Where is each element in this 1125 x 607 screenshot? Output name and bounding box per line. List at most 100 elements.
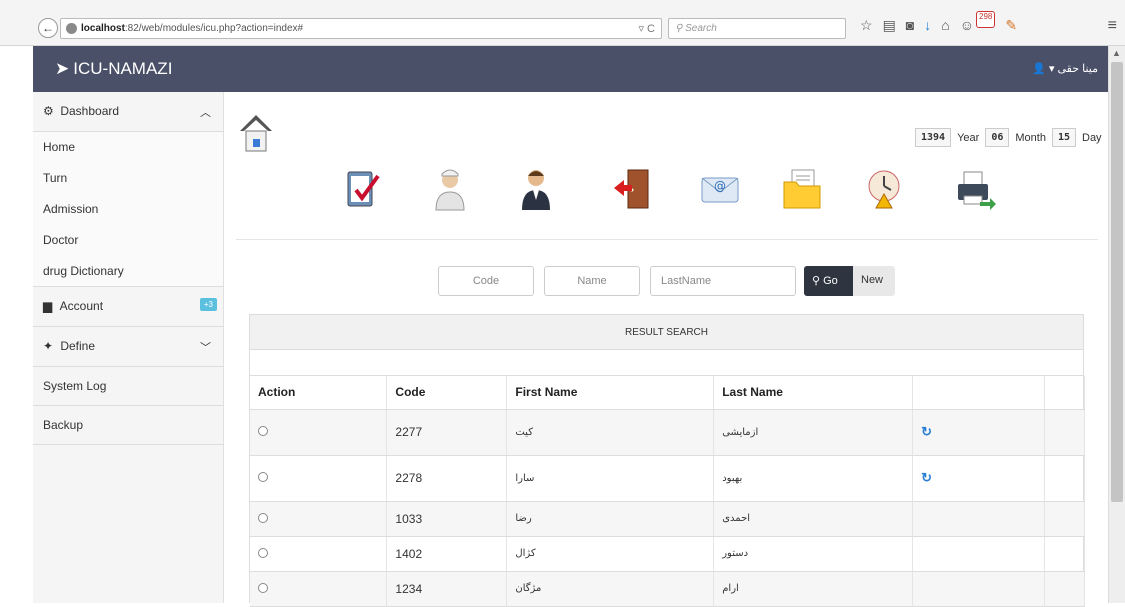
code-input[interactable]: Code [438, 266, 534, 296]
row-radio[interactable] [258, 472, 268, 482]
col-first-name: First Name [506, 376, 715, 410]
download-icon[interactable]: ↓ [924, 17, 931, 34]
browser-menu-icon[interactable]: ≡ [1108, 17, 1117, 35]
table-row: 1234 مژگان ارام [250, 571, 1085, 607]
sidebar-item-turn[interactable]: Turn [33, 163, 223, 194]
sidebar: ⚙ Dashboard ︿ Home Turn Admission Doctor… [33, 92, 224, 603]
new-button[interactable]: New [853, 266, 895, 296]
browser-search-input[interactable]: ⚲ Search [668, 18, 846, 39]
sidebar-item-system-log[interactable]: System Log [33, 367, 223, 406]
date-display: 1394 Year 06 Month 15 Day [915, 128, 1108, 147]
table-row: 1033 رضا احمدی [250, 501, 1085, 537]
bookmark-star-icon[interactable]: ☆ [860, 17, 873, 34]
row-code: 1234 [386, 571, 508, 607]
scroll-up-icon[interactable]: ▲ [1112, 48, 1121, 58]
divider [236, 239, 1098, 240]
sidebar-item-backup[interactable]: Backup [33, 406, 223, 445]
month-value: 06 [985, 128, 1010, 147]
user-icon: 👤 [1032, 63, 1046, 75]
chevron-up-icon[interactable]: ︿ [200, 104, 211, 120]
search-icon: ⚲ [812, 275, 821, 287]
row-last-name: ارام [713, 571, 914, 607]
brand-logo[interactable]: ➤ ICU-NAMAZI [55, 59, 172, 79]
result-title: RESULT SEARCH [250, 315, 1083, 350]
chevron-down-icon[interactable]: ﹀ [200, 339, 211, 355]
refresh-icon[interactable]: ↻ [921, 424, 932, 439]
row-radio[interactable] [258, 547, 268, 558]
row-radio[interactable] [258, 512, 268, 523]
sidebar-account[interactable]: ▆ Account +3 [33, 287, 223, 327]
row-code: 2277 [386, 409, 508, 456]
exit-door-icon[interactable] [610, 166, 654, 212]
extension-icon[interactable]: ✎ [1005, 17, 1017, 34]
home-icon[interactable] [238, 113, 274, 153]
warning-clock-icon[interactable] [862, 166, 906, 212]
col-actions-extra [912, 376, 1045, 410]
table-row: 2278 سارا بهبود ↻ [250, 455, 1085, 502]
app-navbar: ➤ ICU-NAMAZI 👤 ▾ مینا حقی [33, 46, 1108, 92]
year-value: 1394 [915, 128, 952, 147]
browser-toolbar: ← localhost:82/web/modules/icu.php?actio… [0, 0, 1125, 46]
scroll-thumb[interactable] [1111, 62, 1123, 502]
notification-badge: 298 [976, 11, 996, 28]
home-browser-icon[interactable]: ⌂ [941, 17, 949, 34]
address-bar[interactable]: localhost:82/web/modules/icu.php?action=… [60, 18, 662, 39]
col-action: Action [250, 376, 388, 410]
refresh-icon[interactable]: ↻ [921, 470, 932, 485]
row-first-name: مژگان [506, 571, 715, 607]
row-last-name: دستور [713, 536, 914, 572]
row-radio[interactable] [258, 582, 268, 593]
reload-icon[interactable]: ▿ C [638, 22, 655, 35]
sidebar-item-admission[interactable]: Admission [33, 194, 223, 225]
folder-document-icon[interactable] [780, 166, 824, 212]
result-panel: RESULT SEARCH Action Code First Name Las… [249, 314, 1085, 607]
wrench-icon: ✦ [43, 339, 54, 353]
printer-icon[interactable] [952, 166, 996, 212]
pocket-icon[interactable]: ◙ [906, 17, 914, 34]
table-row: 2277 کیت ازمایشی ↻ [250, 409, 1085, 456]
year-label: Year [957, 131, 980, 144]
row-first-name: کژال [506, 536, 715, 572]
row-last-name: بهبود [713, 455, 914, 502]
row-last-name: ازمایشی [713, 409, 914, 456]
row-last-name: احمدی [713, 501, 914, 537]
plane-icon: ➤ [55, 59, 70, 78]
page-scrollbar[interactable]: ▲ [1108, 46, 1125, 603]
col-spacer [1044, 376, 1085, 410]
svg-text:@: @ [714, 179, 726, 193]
doctor-icon[interactable] [514, 166, 558, 212]
clipboard-check-icon[interactable] [340, 166, 384, 212]
row-code: 2278 [386, 455, 508, 502]
sidebar-item-drug-dictionary[interactable]: drug Dictionary [33, 256, 223, 287]
row-first-name: رضا [506, 501, 715, 537]
dashboard-icon: ⚙ [43, 104, 54, 118]
sidebar-item-home[interactable]: Home [33, 132, 223, 163]
day-value: 15 [1051, 128, 1076, 147]
row-first-name: سارا [506, 455, 715, 502]
chat-icon[interactable]: ☺ [960, 17, 974, 34]
reader-icon[interactable]: ▤ [883, 17, 896, 34]
result-table: Action Code First Name Last Name 2277 کی… [250, 376, 1085, 607]
col-last-name: Last Name [713, 376, 914, 410]
table-row: 1402 کژال دستور [250, 536, 1085, 572]
row-first-name: کیت [506, 409, 715, 456]
url-text: localhost:82/web/modules/icu.php?action=… [81, 23, 304, 34]
col-code: Code [386, 376, 508, 410]
row-code: 1402 [386, 536, 508, 572]
row-radio[interactable] [258, 426, 268, 436]
sidebar-define[interactable]: ✦ Define ﹀ [33, 327, 223, 367]
sidebar-item-doctor[interactable]: Doctor [33, 225, 223, 256]
sidebar-dashboard[interactable]: ⚙ Dashboard ︿ [33, 92, 223, 132]
name-input[interactable]: Name [544, 266, 640, 296]
row-code: 1033 [386, 501, 508, 537]
briefcase-icon: ▆ [43, 299, 53, 313]
account-badge: +3 [199, 298, 217, 311]
day-label: Day [1082, 131, 1102, 144]
user-menu[interactable]: 👤 ▾ مینا حقی [1032, 62, 1098, 75]
back-icon[interactable]: ← [38, 18, 58, 38]
email-icon[interactable]: @ [698, 166, 742, 212]
nurse-icon[interactable] [428, 166, 472, 212]
go-button[interactable]: ⚲ Go [804, 266, 853, 296]
lastname-input[interactable]: LastName [650, 266, 796, 296]
site-info-icon[interactable] [66, 23, 77, 34]
